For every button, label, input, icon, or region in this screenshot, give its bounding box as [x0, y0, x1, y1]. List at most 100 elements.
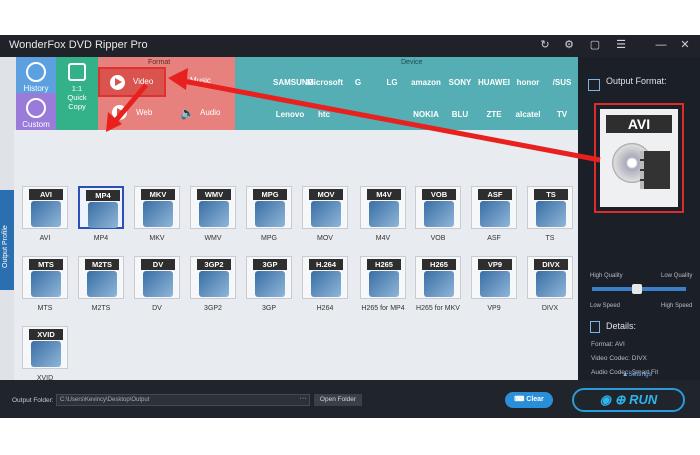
custom-button[interactable]: Custom — [16, 93, 56, 130]
film-icon — [640, 151, 670, 189]
video-art-icon — [87, 271, 117, 297]
brands_top-brand-1[interactable]: SAMSUNG — [273, 69, 314, 97]
format-name: MOV — [317, 235, 333, 242]
format-icon: MP4 — [78, 186, 124, 229]
format-name: AVI — [39, 235, 51, 242]
format-tile-mts[interactable]: MTS MTS — [20, 256, 70, 312]
format-name: MTS — [37, 305, 53, 312]
brands_bottom-brand-4[interactable] — [375, 101, 409, 129]
format-tag: 3GP2 — [197, 259, 231, 270]
format-tag: M2TS — [85, 259, 119, 270]
preview-card: AVI — [600, 109, 678, 207]
audio-format-button[interactable]: 🔈 Audio — [178, 99, 233, 127]
format-tag: MP4 — [86, 190, 120, 201]
quality-slider[interactable] — [592, 284, 686, 294]
output-format-icon — [588, 79, 600, 91]
format-name: MPG — [261, 235, 277, 242]
format-tile-mkv[interactable]: MKV MKV — [132, 186, 182, 242]
chat-icon[interactable]: ▢ — [588, 38, 602, 52]
output-folder-field[interactable]: C:\Users\Kevincy\Desktop\Output — [56, 394, 310, 406]
brands_bottom-brand-9[interactable]: TV — [545, 101, 579, 129]
video-art-icon — [480, 201, 510, 227]
format-tile-divx[interactable]: DIVX DIVX — [525, 256, 575, 312]
close-icon[interactable]: ✕ — [678, 38, 692, 52]
settings-link[interactable]: ▲Settings — [622, 371, 652, 378]
quick-copy-label-1: 1:1 — [71, 84, 83, 93]
video-art-icon — [536, 271, 566, 297]
format-name: DV — [152, 305, 162, 312]
format-tile-avi[interactable]: AVI AVI — [20, 186, 70, 242]
format-tile-3gp2[interactable]: 3GP2 3GP2 — [188, 256, 238, 312]
format-tile-m2ts[interactable]: M2TS M2TS — [76, 256, 126, 312]
format-tile-wmv[interactable]: WMV WMV — [188, 186, 238, 242]
format-name: TS — [545, 235, 555, 242]
open-folder-button[interactable]: Open Folder — [314, 394, 362, 406]
brands_top-brand-4[interactable]: LG — [375, 69, 409, 97]
brands_bottom-brand-7[interactable]: ZTE — [477, 101, 511, 129]
gear-icon[interactable]: ⚙ — [562, 38, 576, 52]
brands_top-brand-7[interactable]: HUAWEI — [477, 69, 511, 97]
format-tile-dv[interactable]: DV DV — [132, 256, 182, 312]
format-tag: M4V — [367, 189, 401, 200]
web-label: Web — [136, 108, 153, 117]
format-tile-ts[interactable]: TS TS — [525, 186, 575, 242]
format-tile-asf[interactable]: ASF ASF — [469, 186, 519, 242]
format-tile-3gp[interactable]: 3GP 3GP — [244, 256, 294, 312]
history-button[interactable]: History — [16, 57, 56, 93]
brands_top-brand-8[interactable]: honor — [511, 69, 545, 97]
browse-button[interactable]: ··· — [296, 394, 310, 406]
format-icon: M2TS — [78, 256, 124, 299]
brands_bottom-brand-2[interactable]: htc — [307, 101, 341, 129]
brands_bottom-brand-0[interactable] — [239, 101, 273, 129]
brands_top-brand-9[interactable]: /SUS — [545, 69, 579, 97]
output-panel: Output Format: AVI High Quality Low Qual… — [578, 57, 700, 380]
music-format-button[interactable]: Music — [168, 69, 233, 95]
format-tile-mov[interactable]: MOV MOV — [300, 186, 350, 242]
format-tile-h264[interactable]: H.264 H264 — [300, 256, 350, 312]
brands_top-brand-3[interactable]: G — [341, 69, 375, 97]
brands_bottom-brand-6[interactable]: BLU — [443, 101, 477, 129]
brands_bottom-brand-1[interactable]: Lenovo — [273, 101, 307, 129]
brands_top-brand-2[interactable]: Microsoft — [307, 69, 343, 97]
brands_top-brand-6[interactable]: SONY — [443, 69, 477, 97]
title-bar: WonderFox DVD Ripper Pro ↻ ⚙ ▢ ☰ — ✕ — [0, 35, 700, 57]
minimize-icon[interactable]: — — [654, 38, 668, 52]
brands_top-brand-5[interactable]: amazon — [409, 69, 443, 97]
output-format-title: Output Format: — [606, 76, 667, 86]
format-tile-vob[interactable]: VOB VOB — [413, 186, 463, 242]
format-tile-m4v[interactable]: M4V M4V — [358, 186, 408, 242]
brands_bottom-brand-5[interactable]: NOKIA — [409, 101, 443, 129]
format-tag: VP9 — [478, 259, 512, 270]
quick-copy-button[interactable]: 1:1 Quick Copy — [56, 57, 98, 130]
low-quality-label: Low Quality — [661, 273, 693, 279]
video-art-icon — [424, 201, 454, 227]
detail-video-codec: Video Codec: DIVX — [591, 355, 647, 362]
brands_bottom-brand-8[interactable]: alcatel — [511, 101, 545, 129]
web-format-button[interactable]: Web — [104, 99, 164, 127]
format-tile-mp4[interactable]: MP4 MP4 — [76, 186, 126, 242]
clear-button[interactable]: ⌨ Clear — [505, 392, 553, 408]
format-band: Format Video Music Web 🔈 Audio — [98, 57, 235, 130]
video-art-icon — [255, 271, 285, 297]
format-tile-xvid[interactable]: XVID XVID — [20, 326, 70, 382]
slider-knob[interactable] — [632, 284, 642, 294]
format-tile-h265-for-mp4[interactable]: H265 H265 for MP4 — [358, 256, 408, 312]
run-button[interactable]: ◉ ⊕ RUN — [572, 388, 685, 412]
format-tile-h265-for-mkv[interactable]: H265 H265 for MKV — [413, 256, 463, 312]
video-art-icon — [480, 271, 510, 297]
format-tag: AVI — [29, 189, 63, 200]
video-art-icon — [536, 201, 566, 227]
device-band: Device SAMSUNG Microsoft G LG amazon SONY HUAW… — [235, 57, 578, 130]
menu-icon[interactable]: ☰ — [614, 38, 628, 52]
format-tile-mpg[interactable]: MPG MPG — [244, 186, 294, 242]
output-format-preview[interactable]: AVI — [594, 103, 684, 213]
brands_top-brand-0[interactable] — [239, 69, 273, 97]
video-format-button[interactable]: Video — [98, 67, 166, 97]
format-tile-vp9[interactable]: VP9 VP9 — [469, 256, 519, 312]
refresh-icon[interactable]: ↻ — [538, 38, 552, 52]
output-profile-tab[interactable]: Output Profile — [0, 190, 14, 290]
format-grid: AVI AVI MP4 MP4 MKV MKV WMV WMV MPG MPG MOV MOV M4V M… — [14, 130, 578, 382]
format-name: 3GP — [261, 305, 276, 312]
brands_bottom-brand-3[interactable] — [341, 101, 375, 129]
video-art-icon — [255, 201, 285, 227]
